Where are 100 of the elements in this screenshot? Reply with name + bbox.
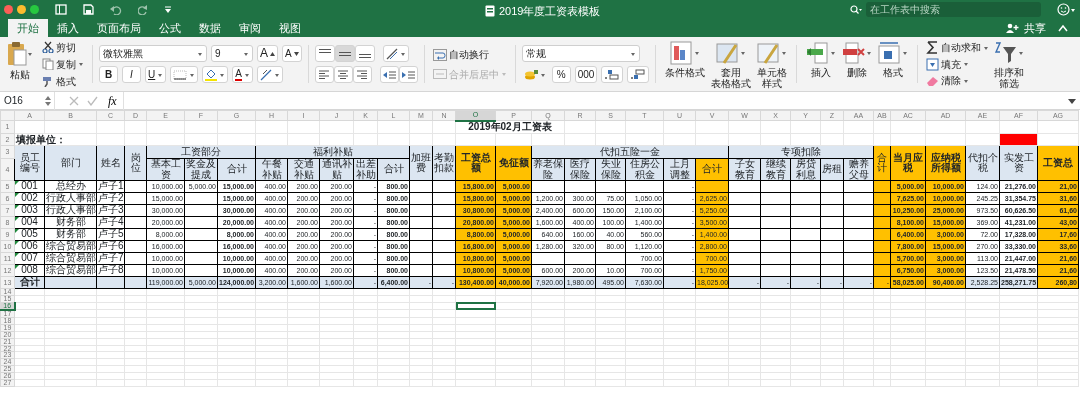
conditional-styles-button[interactable]: 条件格式 — [662, 41, 709, 87]
table-cell — [409, 180, 433, 193]
active-cell[interactable] — [455, 302, 496, 310]
top-align-button[interactable] — [314, 45, 335, 62]
increase-decimal-button[interactable] — [601, 66, 624, 83]
number-format-dropdown[interactable]: 常规 — [521, 45, 640, 62]
redo-icon[interactable] — [138, 4, 148, 15]
font-size-dropdown[interactable]: 9 — [211, 45, 253, 62]
increase-font-size-button[interactable]: A — [257, 45, 278, 62]
ribbon-tab[interactable]: 数据 — [190, 19, 230, 37]
wrap-text-icon — [432, 48, 447, 61]
search-field[interactable]: 在工作表中搜索 — [866, 2, 1041, 17]
caret-icon — [219, 71, 226, 78]
cut-button[interactable]: 剪切 — [40, 41, 86, 53]
insert-button[interactable]: 插入 — [803, 41, 840, 87]
table-cell — [432, 192, 456, 205]
insert-cells-icon — [806, 41, 831, 65]
ribbon-tab[interactable]: 插入 — [48, 19, 88, 37]
italic-button[interactable]: I — [122, 66, 141, 83]
font-color-button[interactable]: A — [232, 66, 253, 83]
sort-filter-button[interactable]: 排序和 筛选 — [991, 41, 1028, 87]
middle-align-button[interactable] — [334, 45, 355, 62]
table-cell — [760, 216, 791, 229]
cell-styles-button[interactable]: 单元格 样式 — [754, 41, 791, 87]
table-cell: 005 — [14, 228, 45, 241]
table-cell — [790, 204, 821, 217]
zoom-button[interactable] — [30, 5, 39, 14]
search-icon[interactable] — [850, 4, 862, 15]
table-styles-button[interactable]: 套用 表格格式 — [708, 41, 755, 87]
table-cell — [124, 204, 147, 217]
bottom-align-button[interactable] — [354, 45, 375, 62]
minimize-button[interactable] — [17, 5, 26, 14]
ribbon-tab[interactable]: 开始 — [8, 19, 48, 37]
copy-button[interactable]: 复制 — [40, 58, 86, 70]
eraser-icon — [926, 74, 940, 87]
smiley-icon[interactable] — [1057, 3, 1070, 16]
table-cell: 卢子5 — [96, 228, 125, 241]
table-cell — [625, 180, 664, 193]
table-cell — [124, 192, 147, 205]
align-left-button[interactable] — [314, 66, 334, 83]
fill-color-button[interactable] — [202, 66, 229, 83]
table-cell — [409, 204, 433, 217]
table-cell — [432, 216, 456, 229]
align-right-button[interactable] — [352, 66, 372, 83]
wrap-text-button[interactable]: 自动换行 — [430, 48, 509, 61]
borders-button[interactable] — [170, 66, 199, 83]
comma-style-button[interactable]: 000 — [574, 66, 598, 83]
paste-button[interactable]: 粘贴 — [4, 41, 36, 87]
table-cell — [820, 240, 844, 253]
table-cell: 007 — [14, 252, 45, 265]
delete-button[interactable]: 删除 — [839, 41, 876, 87]
ribbon-tab[interactable]: 视图 — [270, 19, 310, 37]
ribbon-tab[interactable]: 页面布局 — [88, 19, 150, 37]
table-cell — [409, 216, 433, 229]
insert-function-button[interactable]: fx — [102, 91, 123, 110]
decrease-font-size-button[interactable]: A — [282, 45, 302, 62]
collapse-ribbon-icon[interactable] — [1058, 24, 1068, 32]
table-cell — [432, 264, 456, 277]
ribbon-tab[interactable]: 公式 — [150, 19, 190, 37]
font-name-dropdown[interactable]: 微软雅黑 — [99, 45, 207, 62]
caret-icon — [243, 50, 249, 57]
decrease-indent-button[interactable] — [379, 66, 399, 83]
orientation-button[interactable] — [382, 45, 409, 62]
table-cell — [432, 240, 456, 253]
decrease-decimal-button[interactable] — [627, 66, 650, 83]
text-orientation-button[interactable] — [256, 66, 283, 83]
bold-button[interactable]: B — [99, 66, 118, 83]
table-cell — [820, 192, 844, 205]
table-cell — [124, 252, 147, 265]
paint-bucket-icon — [205, 68, 218, 81]
center-button[interactable] — [333, 66, 353, 83]
table-cell — [843, 264, 874, 277]
merge-cells-icon — [432, 69, 447, 79]
sidebar-icon[interactable] — [55, 4, 67, 15]
undo-icon[interactable] — [110, 4, 122, 15]
format-button[interactable]: 格式 — [875, 41, 912, 87]
share-button[interactable]: 共享 — [1002, 19, 1050, 37]
table-cell — [790, 264, 821, 277]
increase-indent-button[interactable] — [398, 66, 418, 83]
clear-button[interactable]: 清除 — [924, 74, 992, 87]
fill-button[interactable]: 填充 — [924, 57, 992, 71]
caret-icon — [1018, 50, 1025, 56]
decrease-decimal-icon — [630, 69, 647, 80]
table-cell — [760, 204, 791, 217]
customize-toolbar-icon[interactable] — [164, 5, 172, 14]
painter-button[interactable]: 格式 — [40, 75, 86, 87]
percent-button[interactable]: % — [551, 66, 571, 83]
name-box[interactable]: O16 — [0, 91, 55, 110]
underline-button[interactable]: U — [145, 66, 167, 83]
table-cell: 003 — [14, 204, 45, 217]
expand-formula-bar-icon[interactable] — [1068, 97, 1076, 104]
table-cell — [843, 204, 874, 217]
table-cell: 卢子4 — [96, 216, 125, 229]
table-cell — [820, 228, 844, 241]
spinner-icon[interactable] — [45, 94, 51, 107]
ribbon-tab[interactable]: 审阅 — [230, 19, 270, 37]
save-icon[interactable] — [83, 4, 94, 15]
sum-button[interactable]: 自动求和 — [924, 41, 992, 54]
table-cell: 行政人事部 — [44, 192, 97, 205]
caret-icon — [866, 50, 873, 56]
